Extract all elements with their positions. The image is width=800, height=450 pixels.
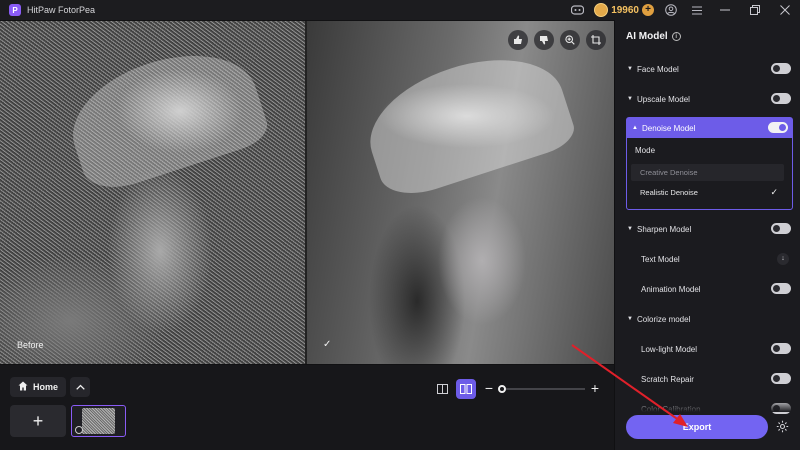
model-row-sharpen[interactable]: ▼ Sharpen Model [627, 219, 795, 239]
model-label: Denoise Model [642, 123, 696, 133]
restore-icon[interactable] [740, 0, 770, 20]
expand-icon: ▼ [627, 316, 633, 322]
split-view-button[interactable] [456, 379, 476, 399]
panel-title-text: AI Model [626, 31, 668, 42]
info-icon[interactable]: i [671, 32, 681, 41]
before-image-pane: Before [0, 21, 305, 364]
realistic-denoise-option[interactable]: Realistic Denoise ✓ [631, 184, 784, 201]
coin-balance[interactable]: 19960 + [594, 3, 654, 17]
model-row-text[interactable]: Text Model ↓ [627, 249, 795, 269]
add-coins-icon[interactable]: + [642, 4, 654, 16]
model-row-lowlight[interactable]: Low-light Model [627, 339, 795, 359]
model-label: Animation Model [641, 284, 701, 294]
home-button[interactable]: Home [10, 377, 67, 397]
chevron-up-icon [75, 384, 85, 390]
collapse-button[interactable] [70, 377, 90, 397]
option-label: Realistic Denoise [640, 188, 698, 197]
bottom-toolbar: Home + − + [0, 365, 614, 450]
split-view-icon [460, 384, 472, 394]
model-label: Sharpen Model [637, 224, 692, 234]
ai-model-panel: AI Model i ▼ Face Model ▼ Upscale Model … [614, 20, 800, 450]
download-icon[interactable]: ↓ [777, 253, 789, 265]
lowlight-model-toggle[interactable] [771, 343, 791, 354]
scroll-fade [615, 400, 800, 412]
zoom-slider-handle[interactable] [498, 385, 506, 393]
home-label: Home [33, 382, 59, 392]
model-row-denoise[interactable]: ▲ Denoise Model [627, 118, 792, 138]
expand-icon: ▼ [627, 96, 633, 102]
model-label: Upscale Model [637, 94, 690, 104]
face-model-toggle[interactable] [771, 63, 791, 74]
zoom-out-button[interactable]: − [482, 379, 496, 399]
thumbnail-status-icon [75, 426, 83, 434]
add-image-button[interactable]: + [10, 405, 66, 437]
settings-gear-icon[interactable] [775, 420, 789, 434]
model-row-colorize[interactable]: ▼ Colorize model [627, 309, 795, 329]
upscale-model-toggle[interactable] [771, 93, 791, 104]
model-label: Colorize model [637, 314, 691, 324]
crop-icon[interactable] [586, 30, 606, 50]
thumbs-down-icon[interactable] [534, 30, 554, 50]
model-row-scratch[interactable]: Scratch Repair [627, 369, 795, 389]
zoom-icon[interactable] [560, 30, 580, 50]
image-thumbnail[interactable] [71, 405, 126, 437]
model-label: Text Model [641, 254, 680, 264]
minimize-icon[interactable] [710, 0, 740, 20]
expand-icon: ▼ [627, 66, 633, 72]
after-check-icon: ✓ [323, 339, 332, 350]
app-title: HitPaw FotorPea [27, 5, 96, 15]
mode-label: Mode [635, 146, 656, 155]
thumbs-up-icon[interactable] [508, 30, 528, 50]
coin-count: 19960 [611, 4, 639, 16]
model-row-upscale[interactable]: ▼ Upscale Model [627, 89, 795, 109]
after-image-pane: ✓ [307, 21, 614, 364]
title-bar: P HitPaw FotorPea 19960 + [0, 0, 800, 20]
animation-model-toggle[interactable] [771, 283, 791, 294]
thumbnail-image [82, 408, 115, 434]
model-label: Low-light Model [641, 344, 698, 354]
zoom-in-button[interactable]: + [588, 379, 602, 399]
model-row-face[interactable]: ▼ Face Model [627, 59, 795, 79]
single-view-icon [436, 384, 448, 394]
sharpen-model-toggle[interactable] [771, 223, 791, 234]
app-logo-icon: P [9, 4, 21, 16]
expand-icon: ▼ [627, 226, 633, 232]
image-tools [508, 30, 606, 50]
creative-denoise-option[interactable]: Creative Denoise [631, 164, 784, 181]
coin-icon [594, 3, 609, 17]
zoom-slider[interactable] [498, 385, 585, 393]
single-view-button[interactable] [432, 379, 452, 399]
export-button[interactable]: Export [626, 415, 768, 439]
menu-icon[interactable] [690, 3, 704, 17]
model-row-animation[interactable]: Animation Model [627, 279, 795, 299]
option-label: Creative Denoise [640, 168, 698, 177]
check-icon: ✓ [770, 187, 778, 197]
before-label: Before [17, 340, 44, 350]
collapse-icon: ▲ [632, 125, 638, 131]
scratch-repair-toggle[interactable] [771, 373, 791, 384]
panel-title: AI Model i [626, 31, 681, 42]
model-label: Face Model [637, 64, 679, 74]
discord-icon[interactable] [570, 3, 584, 17]
close-icon[interactable] [770, 0, 800, 20]
denoise-model-section: ▲ Denoise Model Mode Creative Denoise Re… [626, 117, 793, 210]
account-icon[interactable] [664, 3, 678, 17]
denoise-model-toggle[interactable] [768, 122, 788, 133]
model-label: Scratch Repair [641, 374, 694, 384]
title-bar-controls: 19960 + [564, 0, 800, 20]
home-icon [18, 381, 28, 394]
